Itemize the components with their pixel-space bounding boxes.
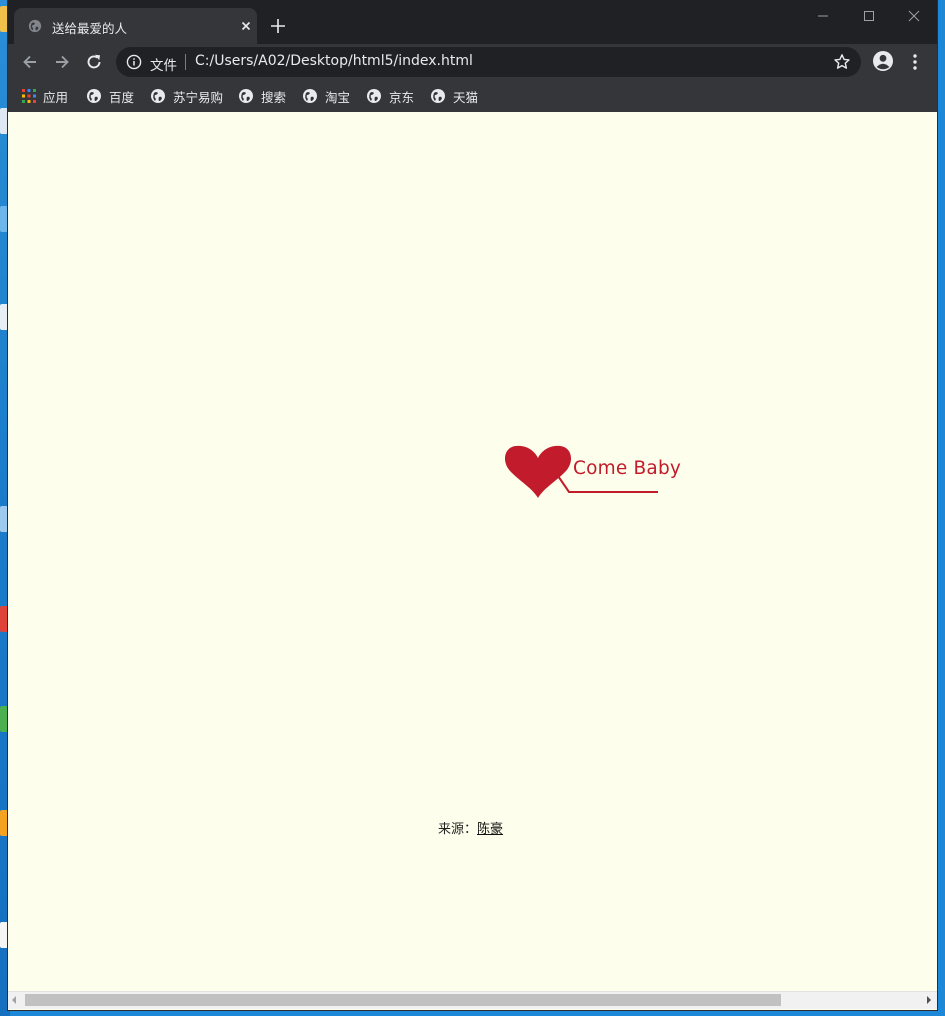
globe-icon: [239, 89, 253, 103]
heart-icon: [504, 445, 572, 498]
page-content: Come Baby 来源：陈豪: [8, 112, 937, 991]
bookmark-apps[interactable]: 应用: [22, 86, 68, 106]
bookmark-label: 搜索: [261, 89, 287, 105]
horizontal-scrollbar[interactable]: [8, 991, 937, 1009]
bookmarks-bar: 应用 百度 苏宁易购 搜索 淘宝 京东 天猫: [8, 80, 937, 112]
bookmark-star-icon[interactable]: [833, 53, 851, 71]
maximize-icon[interactable]: [859, 6, 879, 26]
info-icon[interactable]: [126, 54, 142, 70]
globe-icon: [28, 19, 42, 33]
browser-toolbar: 文件 C:/Users/A02/Desktop/html5/index.html: [8, 44, 937, 80]
scrollbar-thumb[interactable]: [25, 994, 781, 1006]
bookmark-tmall[interactable]: 天猫: [430, 86, 478, 106]
source-credit: 来源：陈豪: [438, 818, 503, 837]
apps-grid-icon: [22, 89, 36, 103]
more-menu-icon[interactable]: [906, 52, 924, 72]
bookmark-baidu[interactable]: 百度: [86, 86, 134, 106]
bookmark-taobao[interactable]: 淘宝: [302, 86, 350, 106]
close-tab-icon[interactable]: [238, 18, 254, 34]
file-scheme-label: 文件: [150, 58, 177, 74]
bookmark-jd[interactable]: 京东: [366, 86, 414, 106]
bookmark-label: 淘宝: [325, 89, 351, 105]
url-text[interactable]: C:/Users/A02/Desktop/html5/index.html: [195, 53, 473, 69]
bookmark-label: 百度: [109, 89, 135, 105]
address-bar[interactable]: 文件 C:/Users/A02/Desktop/html5/index.html: [116, 47, 861, 77]
globe-icon: [367, 89, 381, 103]
back-arrow-icon[interactable]: [20, 52, 40, 72]
bookmark-search[interactable]: 搜索: [238, 86, 286, 106]
forward-arrow-icon[interactable]: [52, 52, 72, 72]
browser-tab[interactable]: 送给最爱的人: [14, 8, 257, 44]
globe-icon: [87, 89, 101, 103]
scroll-left-arrow-icon[interactable]: [10, 996, 18, 1004]
bookmark-label: 应用: [43, 89, 69, 105]
title-bar: 送给最爱的人: [8, 0, 937, 44]
new-tab-icon[interactable]: [269, 17, 287, 35]
globe-icon: [303, 89, 317, 103]
address-divider: [185, 54, 186, 70]
minimize-icon[interactable]: [813, 6, 833, 26]
tab-title: 送给最爱的人: [52, 21, 128, 36]
browser-window: 送给最爱的人 文件 C:/Users/A02/Desktop/html5/ind…: [8, 0, 937, 1010]
source-author-link[interactable]: 陈豪: [477, 822, 503, 837]
scroll-right-arrow-icon[interactable]: [925, 996, 933, 1004]
reload-icon[interactable]: [84, 52, 104, 72]
profile-avatar-icon[interactable]: [872, 50, 894, 72]
bookmark-label: 京东: [389, 89, 415, 105]
globe-icon: [431, 89, 445, 103]
bookmark-label: 苏宁易购: [173, 89, 224, 105]
globe-icon: [151, 89, 165, 103]
bookmark-label: 天猫: [453, 89, 479, 105]
heart-caption: Come Baby: [573, 458, 682, 479]
source-prefix: 来源：: [438, 822, 478, 837]
bookmark-suning[interactable]: 苏宁易购: [150, 86, 223, 106]
close-window-icon[interactable]: [904, 6, 924, 26]
